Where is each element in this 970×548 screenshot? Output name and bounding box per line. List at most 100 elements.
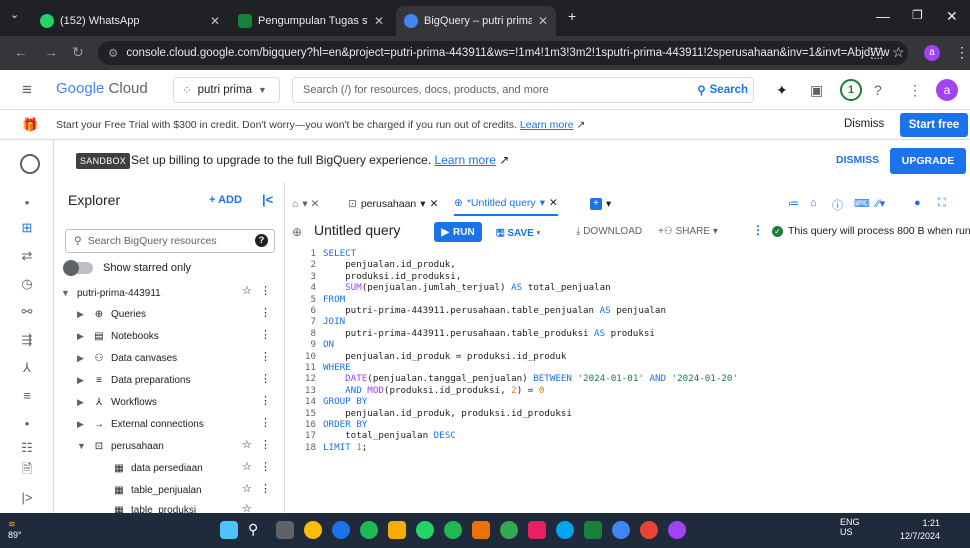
excel-icon[interactable] bbox=[584, 521, 602, 539]
browser-tab-whatsapp[interactable]: (152) WhatsApp ✕ bbox=[32, 6, 228, 36]
sandbox-learn-more-link[interactable]: Learn more bbox=[435, 153, 496, 167]
screenshot-icon[interactable]: ⬚ bbox=[870, 44, 883, 61]
expand-arrow-icon[interactable]: ▶ bbox=[77, 375, 87, 386]
star-icon[interactable]: ☆ bbox=[242, 438, 252, 451]
edge-icon[interactable] bbox=[332, 521, 350, 539]
gemini-icon[interactable]: ✦ bbox=[776, 82, 788, 99]
home-tab[interactable]: ⌂ ▾ ✕ bbox=[292, 192, 319, 216]
rail-dot-icon[interactable]: • bbox=[19, 195, 35, 210]
fullscreen-icon[interactable]: ⛶ bbox=[938, 197, 946, 210]
help-icon[interactable]: ? bbox=[255, 234, 268, 247]
browser-menu-icon[interactable]: ⋮ bbox=[955, 44, 969, 61]
search-button[interactable]: ⚲ Search bbox=[697, 80, 748, 100]
close-icon[interactable]: ✕ bbox=[430, 198, 439, 210]
spotify-icon[interactable] bbox=[444, 521, 462, 539]
chrome-icon[interactable] bbox=[668, 521, 686, 539]
chrome-icon[interactable] bbox=[640, 521, 658, 539]
partner-center-icon[interactable]: ≡ bbox=[19, 388, 35, 403]
search-icon[interactable]: ⚲ bbox=[248, 521, 266, 539]
system-tray[interactable]: ENG US bbox=[840, 517, 860, 537]
expand-arrow-icon[interactable]: ▶ bbox=[77, 397, 87, 408]
task-view-icon[interactable] bbox=[276, 521, 294, 539]
rail-dot-icon[interactable]: • bbox=[19, 416, 35, 431]
tab-untitled-query[interactable]: ⊕ *Untitled query ▾ ✕ bbox=[454, 192, 558, 216]
star-icon[interactable]: ☆ bbox=[242, 284, 252, 297]
download-button[interactable]: ⤓ DOWNLOAD bbox=[576, 226, 642, 237]
tree-item-table-penjualan[interactable]: ▦ table_penjualan bbox=[113, 480, 201, 500]
explorer-search-input[interactable]: ⚲ Search BigQuery resources ? bbox=[65, 229, 275, 253]
tree-item-table-produksi[interactable]: ▦ table_produksi bbox=[113, 500, 196, 514]
app-icon[interactable] bbox=[472, 521, 490, 539]
whatsapp-icon[interactable] bbox=[416, 521, 434, 539]
star-icon[interactable]: ☆ bbox=[242, 502, 252, 513]
studio-icon[interactable]: ⊞ bbox=[19, 220, 35, 236]
star-icon[interactable]: ☆ bbox=[242, 482, 252, 495]
back-icon[interactable]: ← bbox=[14, 44, 28, 60]
expand-arrow-icon[interactable]: ▼ bbox=[61, 288, 71, 298]
pipelines-icon[interactable]: ⇶ bbox=[19, 332, 35, 348]
file-explorer-icon[interactable] bbox=[388, 521, 406, 539]
node-menu-icon[interactable]: ⋮ bbox=[260, 438, 271, 451]
node-menu-icon[interactable]: ⋮ bbox=[260, 460, 271, 473]
new-query-button[interactable]: + ▾ bbox=[590, 192, 611, 216]
upgrade-button[interactable]: UPGRADE bbox=[890, 148, 966, 174]
restore-icon[interactable]: ❐ bbox=[912, 8, 923, 22]
share-button[interactable]: +⚇ SHARE ▾ bbox=[658, 226, 718, 237]
taskbar-clock[interactable]: 1:21 12/7/2024 bbox=[900, 517, 940, 543]
tree-item-data-canvases[interactable]: ▶ ⚇ Data canvases bbox=[77, 348, 177, 368]
home-icon[interactable]: ⌂ bbox=[810, 197, 817, 209]
keyboard-icon[interactable]: ⌨ bbox=[854, 197, 870, 210]
close-icon[interactable]: ✕ bbox=[210, 14, 220, 28]
analytics-hub-icon[interactable]: ⚯ bbox=[19, 304, 35, 320]
node-menu-icon[interactable]: ⋮ bbox=[260, 394, 271, 407]
tree-item-queries[interactable]: ▶ ⊕ Queries bbox=[77, 304, 146, 324]
star-icon[interactable]: ☆ bbox=[242, 460, 252, 473]
dataform-icon[interactable]: ⅄ bbox=[19, 360, 35, 376]
user-avatar[interactable]: a bbox=[936, 79, 958, 101]
more-options-icon[interactable]: ⋮ bbox=[908, 82, 922, 99]
trial-dismiss-button[interactable]: Dismiss bbox=[844, 118, 884, 130]
console-search-input[interactable]: Search (/) for resources, docs, products… bbox=[292, 77, 754, 103]
expand-arrow-icon[interactable]: ▼ bbox=[77, 441, 87, 451]
spotify-icon[interactable] bbox=[360, 521, 378, 539]
close-icon[interactable]: ✕ bbox=[549, 197, 558, 209]
format-icon[interactable]: ⁄⁄▾ bbox=[876, 197, 885, 210]
add-data-button[interactable]: + ADD bbox=[209, 194, 242, 206]
weather-widget[interactable]: ≋ 89° bbox=[8, 519, 22, 540]
app-icon[interactable] bbox=[556, 521, 574, 539]
node-menu-icon[interactable]: ⋮ bbox=[260, 482, 271, 495]
help-icon[interactable]: ? bbox=[874, 82, 882, 98]
node-menu-icon[interactable]: ⋮ bbox=[260, 306, 271, 319]
project-selector[interactable]: ⁘ putri prima ▼ bbox=[173, 77, 280, 103]
scheduled-queries-icon[interactable]: ◷ bbox=[19, 276, 35, 292]
google-cloud-logo[interactable]: Google Cloud bbox=[56, 80, 148, 97]
node-menu-icon[interactable]: ⋮ bbox=[260, 372, 271, 385]
info-icon[interactable]: ⓘ bbox=[832, 197, 843, 213]
close-icon[interactable]: ✕ bbox=[538, 14, 548, 28]
forward-icon[interactable]: → bbox=[44, 44, 58, 60]
start-icon[interactable] bbox=[220, 521, 238, 539]
browser-tab-bigquery[interactable]: BigQuery – putri prima – Googl ✕ bbox=[396, 6, 556, 36]
profile-avatar[interactable]: a bbox=[924, 45, 940, 61]
expand-arrow-icon[interactable]: ▶ bbox=[77, 309, 87, 320]
app-icon[interactable] bbox=[304, 521, 322, 539]
expand-rail-icon[interactable]: |> bbox=[19, 490, 35, 505]
trial-learn-more-link[interactable]: Learn more bbox=[520, 119, 574, 131]
close-icon[interactable]: ✕ bbox=[374, 14, 384, 28]
new-tab-icon[interactable]: + bbox=[568, 8, 576, 24]
expand-arrow-icon[interactable]: ▶ bbox=[77, 331, 87, 342]
tab-search-icon[interactable]: ⌄ bbox=[10, 8, 19, 21]
list-icon[interactable]: ≔ bbox=[788, 197, 799, 210]
more-options-icon[interactable]: ⋮ bbox=[752, 223, 764, 237]
app-icon[interactable] bbox=[500, 521, 518, 539]
chrome-icon[interactable] bbox=[612, 521, 630, 539]
site-info-icon[interactable]: ⚙ bbox=[108, 46, 118, 60]
tree-item-table-data-persediaan[interactable]: ▦ data persediaan bbox=[113, 458, 202, 478]
run-button[interactable]: ▶ RUN bbox=[434, 222, 482, 242]
collapse-panel-icon[interactable]: |< bbox=[262, 192, 273, 207]
tree-item-workflows[interactable]: ▶ ⅄ Workflows bbox=[77, 392, 157, 412]
query-title[interactable]: Untitled query bbox=[314, 222, 400, 238]
starred-toggle[interactable] bbox=[63, 260, 93, 276]
close-window-icon[interactable]: ✕ bbox=[946, 8, 958, 25]
project-node[interactable]: ▼ putri-prima-443911 bbox=[61, 283, 161, 303]
